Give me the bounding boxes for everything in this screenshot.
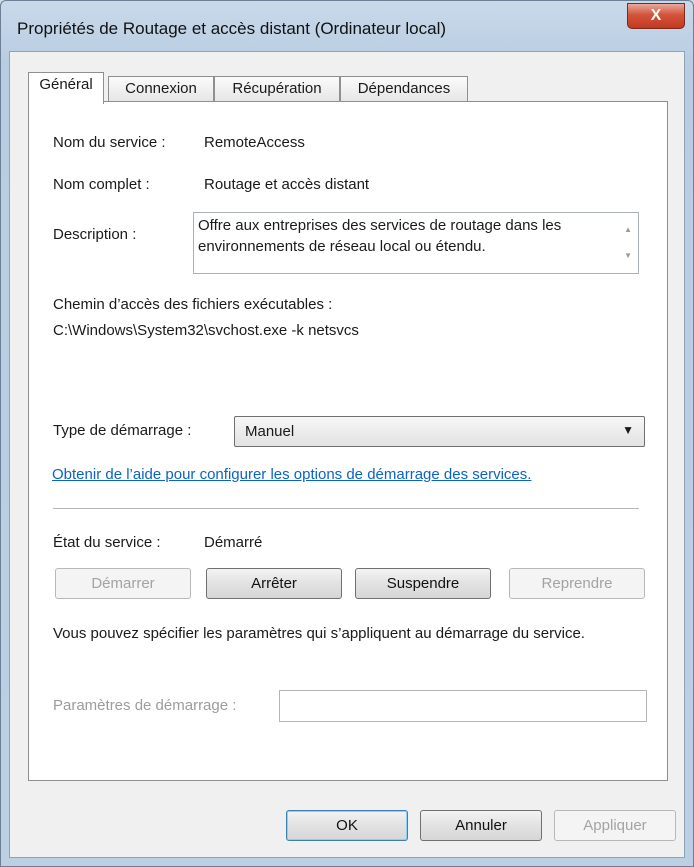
- cancel-button[interactable]: Annuler: [420, 810, 542, 841]
- tab-dependances[interactable]: Dépendances: [340, 76, 468, 103]
- properties-dialog: Propriétés de Routage et accès distant (…: [0, 0, 694, 867]
- pause-button[interactable]: Suspendre: [355, 568, 491, 599]
- stop-button[interactable]: Arrêter: [206, 568, 342, 599]
- startup-type-select[interactable]: Manuel ▼: [234, 416, 645, 447]
- dialog-client-area: Général Connexion Récupération Dépendanc…: [9, 51, 685, 858]
- description-text: Offre aux entreprises des services de ro…: [198, 217, 562, 255]
- tab-general[interactable]: Général: [28, 72, 104, 104]
- startup-type-label: Type de démarrage :: [53, 422, 192, 439]
- tab-recuperation[interactable]: Récupération: [214, 76, 340, 103]
- divider: [53, 508, 639, 509]
- chevron-down-icon: ▼: [622, 423, 634, 437]
- startup-params-hint: Vous pouvez spécifier les paramètres qui…: [53, 625, 585, 642]
- window-title: Propriétés de Routage et accès distant (…: [17, 19, 447, 38]
- description-label: Description :: [53, 226, 137, 243]
- service-status-label: État du service :: [53, 534, 161, 551]
- description-box[interactable]: Offre aux entreprises des services de ro…: [193, 212, 639, 274]
- exe-path-label: Chemin d’accès des fichiers exécutables …: [53, 296, 333, 313]
- ok-button[interactable]: OK: [286, 810, 408, 841]
- resume-button[interactable]: Reprendre: [509, 568, 645, 599]
- service-name-value: RemoteAccess: [204, 134, 305, 151]
- close-button[interactable]: X: [627, 3, 685, 29]
- startup-type-value: Manuel: [245, 423, 295, 440]
- apply-button[interactable]: Appliquer: [554, 810, 676, 841]
- general-tab-panel: Nom du service : RemoteAccess Nom comple…: [28, 101, 668, 781]
- service-name-label: Nom du service :: [53, 134, 166, 151]
- display-name-value: Routage et accès distant: [204, 176, 370, 193]
- startup-help-link[interactable]: Obtenir de l’aide pour configurer les op…: [52, 466, 531, 483]
- service-status-value: Démarré: [204, 534, 263, 551]
- start-button[interactable]: Démarrer: [55, 568, 191, 599]
- startup-params-label: Paramètres de démarrage :: [53, 697, 237, 714]
- scroll-down-icon[interactable]: ▼: [624, 251, 632, 260]
- scroll-up-icon[interactable]: ▲: [624, 225, 632, 234]
- display-name-label: Nom complet :: [53, 176, 150, 193]
- tab-connexion[interactable]: Connexion: [108, 76, 214, 103]
- exe-path-value: C:\Windows\System32\svchost.exe -k netsv…: [53, 322, 359, 339]
- startup-params-input[interactable]: [279, 690, 647, 722]
